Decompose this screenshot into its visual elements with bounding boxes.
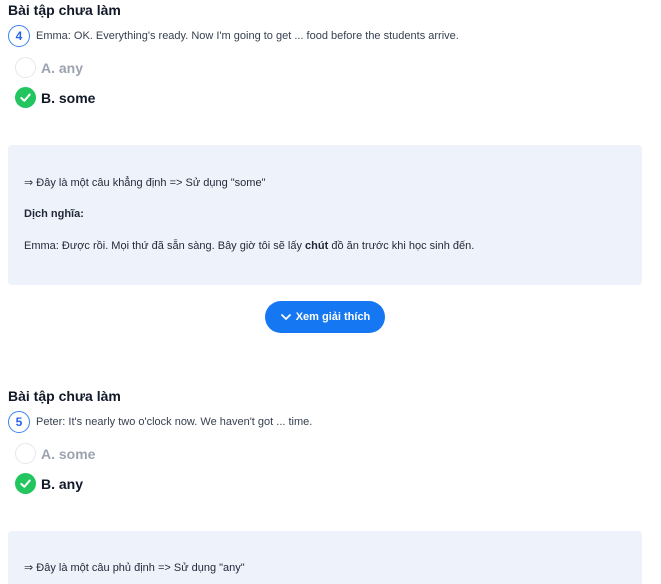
- question-5: 5 Peter: It's nearly two o'clock now. We…: [8, 411, 312, 433]
- option-label: B. any: [41, 475, 84, 492]
- section-title: Bài tập chưa làm: [8, 388, 121, 404]
- translation-text: Emma: Được rồi. Mọi thứ đã sẵn sàng. Bây…: [24, 240, 474, 252]
- translation-part: đồ ăn trước khi học sinh đến.: [328, 240, 475, 252]
- translation-part: Emma: Được rồi. Mọi thứ đã sẵn sàng. Bây…: [24, 240, 306, 252]
- option-label: A. some: [41, 445, 96, 462]
- button-label: Xem giải thích: [295, 311, 371, 323]
- explanation-box: ⇒ Đây là một câu phủ định => Sử dụng "an…: [8, 531, 642, 584]
- option-b[interactable]: B. any: [15, 473, 83, 494]
- explanation-rule: ⇒ Đây là một câu phủ định => Sử dụng "an…: [24, 562, 245, 574]
- explanation-rule: ⇒ Đây là một câu khẳng định => Sử dụng "…: [24, 177, 266, 189]
- chevron-down-icon: [280, 314, 291, 320]
- question-number: 5: [8, 411, 30, 433]
- show-explanation-button[interactable]: Xem giải thích: [265, 301, 385, 333]
- explanation-box: ⇒ Đây là một câu khẳng định => Sử dụng "…: [8, 145, 642, 285]
- radio-unselected-icon[interactable]: [15, 57, 36, 78]
- check-circle-icon[interactable]: [15, 87, 36, 108]
- section-title: Bài tập chưa làm: [8, 2, 121, 18]
- option-b[interactable]: B. some: [15, 87, 95, 108]
- translation-bold: chút: [305, 240, 329, 252]
- check-circle-icon[interactable]: [15, 473, 36, 494]
- question-4: 4 Emma: OK. Everything's ready. Now I'm …: [8, 25, 459, 47]
- question-text: Peter: It's nearly two o'clock now. We h…: [36, 416, 313, 428]
- option-label: B. some: [41, 89, 96, 106]
- question-number: 4: [8, 25, 30, 47]
- radio-unselected-icon[interactable]: [15, 443, 36, 464]
- question-text: Emma: OK. Everything's ready. Now I'm go…: [36, 30, 459, 42]
- option-label: A. any: [41, 59, 84, 76]
- option-a[interactable]: A. some: [15, 443, 95, 464]
- translation-heading: Dịch nghĩa:: [24, 208, 84, 220]
- option-a[interactable]: A. any: [15, 57, 83, 78]
